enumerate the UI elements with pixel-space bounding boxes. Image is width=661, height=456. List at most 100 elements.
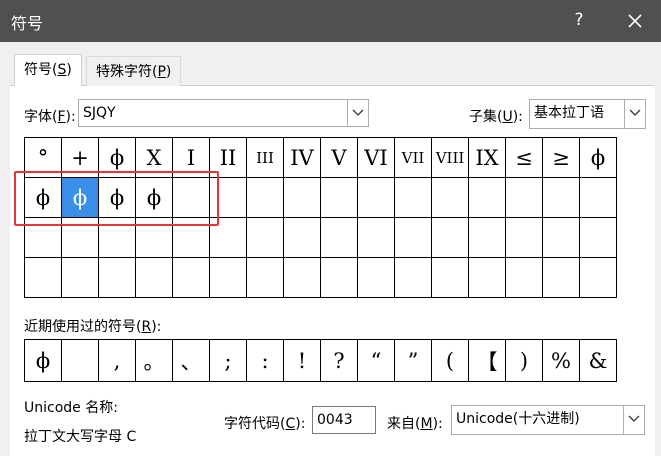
symbol-cell[interactable]: °	[25, 138, 62, 178]
symbol-cell[interactable]: ϕ	[99, 178, 136, 218]
symbol-cell[interactable]	[247, 218, 284, 258]
symbol-cell[interactable]: X	[136, 138, 173, 178]
symbol-cell[interactable]	[284, 258, 321, 298]
symbol-cell[interactable]: VI	[358, 138, 395, 178]
symbol-cell[interactable]: ≤	[506, 138, 543, 178]
symbol-cell[interactable]: +	[62, 138, 99, 178]
recent-symbol-cell[interactable]: &	[580, 340, 617, 382]
tab-symbols[interactable]: 符号(S)	[14, 54, 82, 86]
symbol-cell[interactable]	[543, 258, 580, 298]
symbol-cell[interactable]	[432, 178, 469, 218]
symbol-cell[interactable]	[284, 178, 321, 218]
symbol-cell[interactable]	[210, 258, 247, 298]
recent-symbol-cell[interactable]: )	[506, 340, 543, 382]
symbol-cell[interactable]	[25, 258, 62, 298]
symbol-cell[interactable]	[580, 218, 617, 258]
font-select-value: SJQY	[83, 105, 116, 121]
symbol-cell[interactable]: I	[173, 138, 210, 178]
symbol-cell[interactable]	[580, 178, 617, 218]
recent-symbol-cell[interactable]: 、	[173, 340, 210, 382]
recent-symbol-cell[interactable]: %	[543, 340, 580, 382]
from-dropdown-button[interactable]	[623, 406, 644, 434]
symbol-cell[interactable]	[247, 178, 284, 218]
symbol-cell[interactable]: ϕ	[136, 178, 173, 218]
recent-symbol-cell[interactable]: ;	[210, 340, 247, 382]
symbol-cell[interactable]	[506, 258, 543, 298]
symbol-cell[interactable]	[210, 178, 247, 218]
recent-symbol-cell[interactable]: “	[358, 340, 395, 382]
help-button[interactable]: ?	[569, 10, 589, 30]
symbol-cell[interactable]: II	[210, 138, 247, 178]
symbol-cell[interactable]	[543, 218, 580, 258]
symbol-cell[interactable]: VIII	[432, 138, 469, 178]
symbol-cell[interactable]: III	[247, 138, 284, 178]
symbol-cell[interactable]	[469, 178, 506, 218]
symbol-cell[interactable]	[580, 258, 617, 298]
symbol-cell[interactable]	[469, 218, 506, 258]
close-button[interactable]	[623, 6, 647, 36]
subset-label: 子集(U):	[469, 109, 523, 125]
symbol-cell[interactable]	[432, 218, 469, 258]
symbol-cell[interactable]	[358, 178, 395, 218]
symbol-cell[interactable]	[358, 218, 395, 258]
recent-symbol-cell[interactable]: ?	[321, 340, 358, 382]
symbol-cell[interactable]	[173, 218, 210, 258]
chevron-down-icon	[352, 109, 364, 116]
chevron-down-icon	[629, 109, 641, 116]
recent-symbols-grid[interactable]: ϕ,。、;:!? “”(【)% &	[24, 339, 617, 382]
recent-symbol-cell[interactable]: 。	[136, 340, 173, 382]
symbol-cell[interactable]: ϕ	[580, 138, 617, 178]
symbol-cell[interactable]	[136, 258, 173, 298]
symbol-cell[interactable]	[321, 258, 358, 298]
symbol-cell[interactable]: V	[321, 138, 358, 178]
symbol-cell[interactable]	[469, 258, 506, 298]
recent-symbols-label: 近期使用过的符号(R):	[24, 319, 162, 335]
symbol-cell[interactable]	[395, 178, 432, 218]
symbol-cell[interactable]	[247, 258, 284, 298]
symbol-cell[interactable]	[62, 218, 99, 258]
symbol-cell[interactable]: ϕ	[25, 178, 62, 218]
symbol-grid[interactable]: ° + ϕ X I II III IV V VI VII VIII IX ≤ ≥ ϕ ϕ ϕ ϕ ϕ	[24, 137, 617, 298]
recent-symbol-cell[interactable]: !	[284, 340, 321, 382]
font-select[interactable]: SJQY	[78, 99, 369, 127]
symbol-cell[interactable]	[173, 258, 210, 298]
symbol-cell[interactable]	[173, 178, 210, 218]
from-select[interactable]: Unicode(十六进制)	[451, 405, 645, 435]
subset-select-value: 基本拉丁语	[534, 105, 604, 121]
symbol-cell[interactable]: ϕ	[99, 138, 136, 178]
symbol-cell[interactable]	[395, 258, 432, 298]
symbol-cell[interactable]	[62, 258, 99, 298]
tab-special-characters[interactable]: 特殊字符(P)	[86, 56, 182, 86]
recent-symbol-cell[interactable]	[62, 340, 99, 382]
symbol-cell[interactable]	[210, 218, 247, 258]
symbol-cell[interactable]	[321, 218, 358, 258]
unicode-name-value: 拉丁文大写字母 C	[24, 429, 137, 445]
symbol-cell[interactable]: ϕ	[62, 178, 99, 218]
recent-symbol-cell[interactable]: ,	[99, 340, 136, 382]
symbol-cell[interactable]	[358, 258, 395, 298]
symbol-cell[interactable]	[136, 218, 173, 258]
symbol-cell[interactable]	[395, 218, 432, 258]
recent-symbol-cell[interactable]: :	[247, 340, 284, 382]
recent-symbol-cell[interactable]: 【	[469, 340, 506, 382]
symbol-cell[interactable]: IX	[469, 138, 506, 178]
subset-dropdown-button[interactable]	[624, 100, 645, 128]
symbol-cell[interactable]: VII	[395, 138, 432, 178]
recent-symbol-cell[interactable]: (	[432, 340, 469, 382]
font-dropdown-button[interactable]	[347, 100, 368, 126]
char-code-input[interactable]: 0043	[312, 406, 376, 434]
symbol-cell[interactable]	[506, 218, 543, 258]
recent-symbol-cell[interactable]: ϕ	[25, 340, 62, 382]
symbol-cell[interactable]	[543, 178, 580, 218]
symbol-cell[interactable]	[321, 178, 358, 218]
symbol-cell[interactable]: ≥	[543, 138, 580, 178]
symbol-cell[interactable]	[506, 178, 543, 218]
symbol-cell[interactable]	[432, 258, 469, 298]
symbol-cell[interactable]	[99, 218, 136, 258]
symbol-cell[interactable]	[25, 218, 62, 258]
symbol-cell[interactable]	[99, 258, 136, 298]
recent-symbol-cell[interactable]: ”	[395, 340, 432, 382]
subset-select[interactable]: 基本拉丁语	[529, 99, 646, 129]
symbol-cell[interactable]: IV	[284, 138, 321, 178]
symbol-cell[interactable]	[284, 218, 321, 258]
